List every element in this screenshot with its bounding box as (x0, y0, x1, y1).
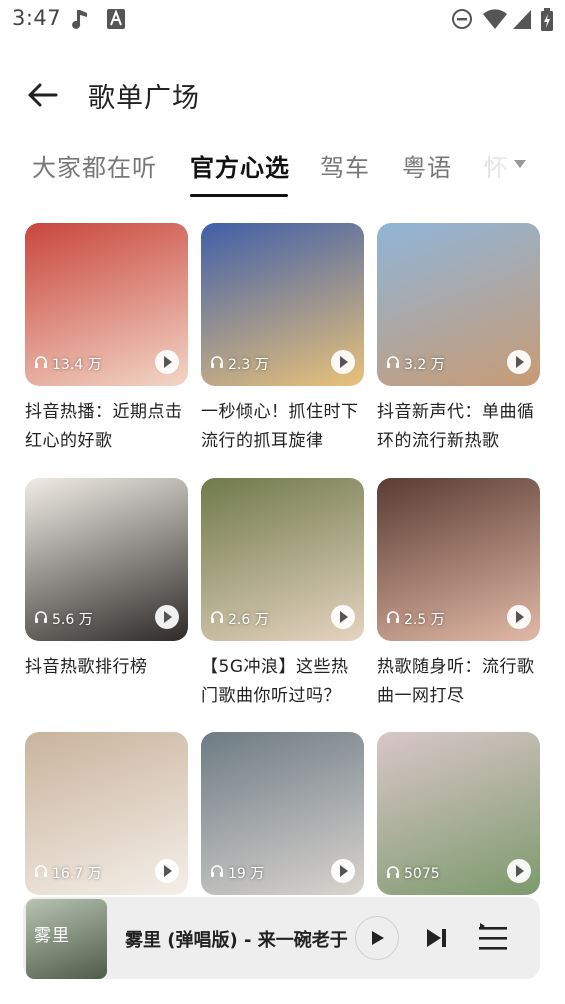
playlist-cover: 3.2 万 (377, 223, 540, 386)
playlist-card[interactable]: 16.7 万 (25, 732, 188, 895)
play-icon (371, 930, 385, 950)
headphones-icon (210, 355, 224, 373)
playlist-cover: 2.6 万 (201, 478, 364, 641)
playlist-title: 热歌随身听：流行歌曲一网打尽 (377, 657, 535, 706)
play-button[interactable] (331, 350, 355, 374)
play-button[interactable] (155, 859, 179, 883)
play-count-text: 2.6 万 (228, 612, 269, 628)
playlist-cover: 19 万 (201, 732, 364, 895)
now-playing-title: 雾里 (弹唱版) - 来一碗老于 (125, 930, 348, 951)
back-button[interactable] (26, 80, 62, 110)
play-button[interactable] (507, 605, 531, 629)
battery-charging-icon (540, 8, 554, 36)
playlist-title: 抖音新声代：单曲循环的流行新热歌 (377, 402, 535, 451)
playlist-button[interactable] (477, 923, 509, 953)
a-box-icon (106, 8, 126, 34)
play-button[interactable] (507, 859, 531, 883)
signal-icon (512, 8, 532, 34)
cover-text: 雾里 (34, 926, 70, 946)
playlist-title: 一秒倾心！抓住时下流行的抓耳旋律 (201, 402, 359, 451)
headphones-icon (386, 610, 400, 628)
play-count: 16.7 万 (34, 863, 102, 883)
play-count: 5.6 万 (34, 609, 93, 629)
skip-next-icon (423, 929, 451, 956)
chevron-down-icon[interactable] (514, 160, 526, 168)
headphones-icon (210, 610, 224, 628)
playlist-title: 【5G冲浪】这些热门歌曲你听过吗？ (201, 657, 349, 706)
tab-official-picks[interactable]: 官方心选 (190, 148, 290, 183)
play-count-text: 16.7 万 (52, 866, 102, 882)
playlist-card[interactable]: 19 万 (201, 732, 364, 895)
play-count: 19 万 (210, 863, 264, 883)
play-count-text: 2.5 万 (404, 612, 445, 628)
headphones-icon (34, 355, 48, 373)
play-count-text: 13.4 万 (52, 357, 102, 373)
tab-active-indicator (190, 194, 288, 197)
playlist-card[interactable]: 3.2 万 抖音新声代：单曲循环的流行新热歌 (377, 223, 540, 456)
status-time: 3:47 (12, 6, 62, 30)
playlist-cover: 2.3 万 (201, 223, 364, 386)
tab-driving[interactable]: 驾车 (320, 148, 370, 183)
queue-list-icon (477, 923, 509, 957)
playlist-cover: 16.7 万 (25, 732, 188, 895)
headphones-icon (34, 610, 48, 628)
headphones-icon (34, 864, 48, 882)
playlist-cover: 5.6 万 (25, 478, 188, 641)
play-count-text: 5.6 万 (52, 612, 93, 628)
playlist-cover: 2.5 万 (377, 478, 540, 641)
playlist-card[interactable]: 5075 (377, 732, 540, 895)
bottom-spacer (0, 984, 565, 1004)
play-button[interactable] (331, 859, 355, 883)
playlist-card[interactable]: 5.6 万 抖音热歌排行榜 (25, 478, 188, 682)
play-count-text: 3.2 万 (404, 357, 445, 373)
music-note-icon (72, 8, 92, 36)
playlist-card[interactable]: 2.3 万 一秒倾心！抓住时下流行的抓耳旋律 (201, 223, 364, 456)
tab-popular[interactable]: 大家都在听 (32, 148, 157, 183)
mini-player[interactable]: 雾里 雾里 (弹唱版) - 来一碗老于 (23, 897, 540, 979)
playlist-cover: 13.4 万 (25, 223, 188, 386)
play-count: 3.2 万 (386, 354, 445, 374)
play-button[interactable] (507, 350, 531, 374)
play-button[interactable] (155, 605, 179, 629)
wifi-icon (482, 8, 508, 34)
play-pause-button[interactable] (355, 916, 399, 960)
now-playing-cover: 雾里 (26, 899, 107, 979)
play-count: 13.4 万 (34, 354, 102, 374)
do-not-disturb-icon (451, 8, 473, 34)
headphones-icon (210, 864, 224, 882)
app-header: 歌单广场 (0, 68, 565, 124)
playlist-card[interactable]: 2.5 万 热歌随身听：流行歌曲一网打尽 (377, 478, 540, 711)
play-count-text: 19 万 (228, 866, 265, 882)
arrow-left-icon (26, 83, 62, 114)
play-button[interactable] (331, 605, 355, 629)
playlist-card[interactable]: 2.6 万 【5G冲浪】这些热门歌曲你听过吗？ (201, 478, 364, 711)
play-count-text: 2.3 万 (228, 357, 269, 373)
tab-cantonese[interactable]: 粤语 (402, 148, 452, 183)
next-button[interactable] (423, 924, 451, 952)
playlist-cover: 5075 (377, 732, 540, 895)
playlist-title: 抖音热播：近期点击红心的好歌 (25, 402, 183, 451)
tab-fade (466, 140, 526, 196)
page-title: 歌单广场 (88, 83, 200, 114)
category-tabs: 大家都在听 官方心选 驾车 粤语 怀 (0, 140, 565, 200)
playlist-title: 抖音热歌排行榜 (25, 657, 148, 677)
headphones-icon (386, 355, 400, 373)
status-bar: 3:47 (0, 0, 565, 40)
headphones-icon (386, 865, 400, 883)
play-count: 5075 (386, 865, 440, 883)
play-count-text: 5075 (404, 866, 440, 882)
play-button[interactable] (155, 350, 179, 374)
play-count: 2.6 万 (210, 609, 269, 629)
play-count: 2.3 万 (210, 354, 269, 374)
playlist-card[interactable]: 13.4 万 抖音热播：近期点击红心的好歌 (25, 223, 188, 456)
play-count: 2.5 万 (386, 609, 445, 629)
